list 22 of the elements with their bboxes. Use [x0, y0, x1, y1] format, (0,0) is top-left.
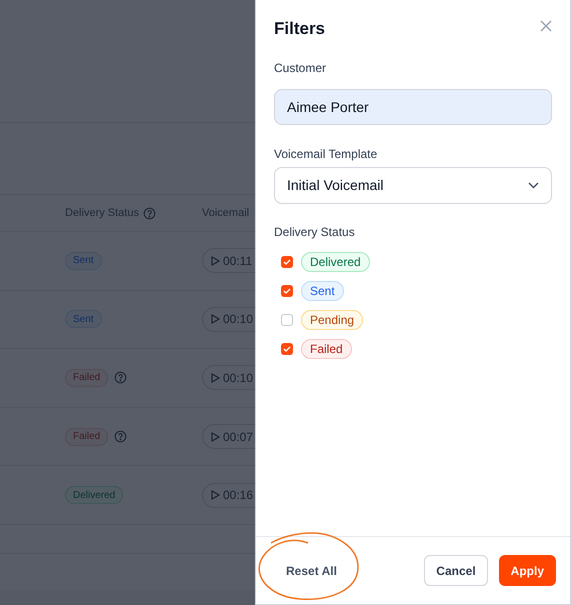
checkbox[interactable] — [281, 342, 293, 354]
field-label: Voicemail Template — [274, 146, 378, 162]
check-icon — [283, 288, 291, 294]
status-badge: Sent — [301, 280, 344, 300]
status-badge: Delivered — [301, 252, 370, 272]
field-label: Customer — [274, 60, 328, 76]
cancel-button[interactable]: Cancel — [424, 555, 488, 586]
check-icon — [283, 258, 291, 264]
status-badge: Failed — [301, 338, 352, 358]
checkbox[interactable] — [281, 256, 293, 268]
panel-title: Filters — [274, 18, 326, 40]
reset-all-button[interactable]: Reset All — [286, 562, 337, 580]
customer-field[interactable]: Aimee Porter — [274, 88, 552, 124]
check-icon — [283, 346, 291, 352]
close-button[interactable] — [538, 18, 554, 34]
chevron-down-icon — [528, 182, 539, 188]
checkbox[interactable] — [281, 284, 293, 296]
checkbox[interactable] — [281, 314, 293, 326]
status-badge: Pending — [301, 310, 364, 330]
apply-button[interactable]: Apply — [498, 555, 556, 586]
template-select[interactable]: Initial Voicemail — [274, 166, 552, 204]
field-label: Delivery Status — [274, 224, 356, 240]
